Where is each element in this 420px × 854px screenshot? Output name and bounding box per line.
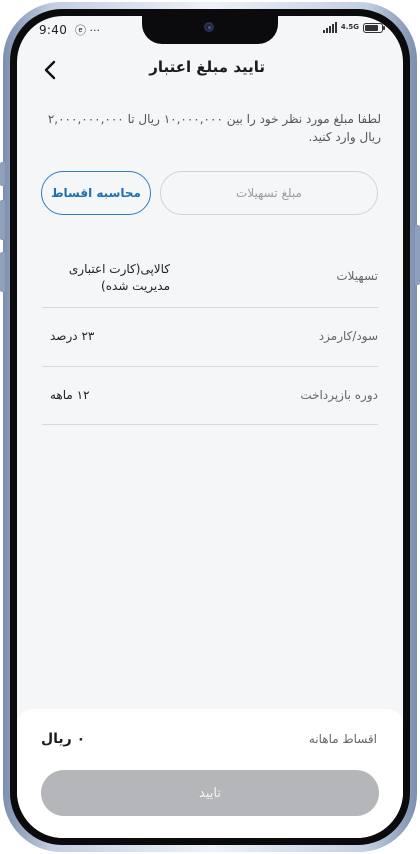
status-time: 9:40 [39, 23, 68, 37]
calculate-installments-button[interactable]: محاسبه اقساط [41, 171, 151, 215]
detail-label: سود/کارمزد [318, 329, 378, 343]
detail-value: ۲۳ درصد [50, 329, 95, 343]
notification-icons: ⓔ ··· [75, 24, 100, 37]
front-camera-icon [204, 22, 214, 32]
network-type-label: 4.5G [340, 23, 359, 31]
camera-notch [142, 16, 278, 44]
monthly-installment-value: ۰ ریال [41, 731, 86, 747]
loan-amount-input[interactable] [160, 171, 378, 215]
battery-level-fill [365, 24, 378, 31]
phone-power-button [415, 225, 420, 285]
back-button[interactable] [39, 58, 63, 82]
chevron-left-icon [44, 60, 56, 80]
monthly-installment-label: اقساط ماهانه [308, 732, 377, 746]
detail-row-facility: تسهیلات کالاپی(کارت اعتباری مدیریت شده) [42, 261, 378, 306]
installment-summary-sheet: اقساط ماهانه ۰ ریال تایید [17, 709, 403, 838]
confirm-button[interactable]: تایید [41, 770, 379, 816]
detail-row-repayment-period: دوره بازپرداخت ۱۲ ماهه [42, 387, 378, 407]
detail-value: ۱۲ ماهه [50, 388, 90, 402]
phone-volume-down-button [0, 252, 5, 292]
divider [42, 366, 378, 367]
detail-value: کالاپی(کارت اعتباری مدیریت شده) [68, 262, 170, 293]
detail-label: دوره بازپرداخت [300, 388, 378, 402]
amount-range-hint: لطفا مبلغ مورد نظر خود را بین ۱۰,۰۰۰,۰۰۰… [47, 112, 381, 144]
divider [42, 307, 378, 308]
status-indicators: 4.5G [322, 22, 385, 33]
app-screen: 9:40 ⓔ ··· 4.5G تایید مبلغ اعتبار لطفا م… [17, 16, 403, 838]
signal-icon [322, 22, 337, 33]
battery-icon [363, 22, 385, 33]
detail-row-interest: سود/کارمزد ۲۳ درصد [42, 328, 378, 348]
page-title: تایید مبلغ اعتبار [149, 58, 265, 76]
phone-side-button [0, 162, 5, 186]
page-header: تایید مبلغ اعتبار [17, 54, 403, 86]
divider [42, 424, 378, 425]
detail-label: تسهیلات [336, 269, 378, 283]
phone-volume-up-button [0, 200, 5, 240]
